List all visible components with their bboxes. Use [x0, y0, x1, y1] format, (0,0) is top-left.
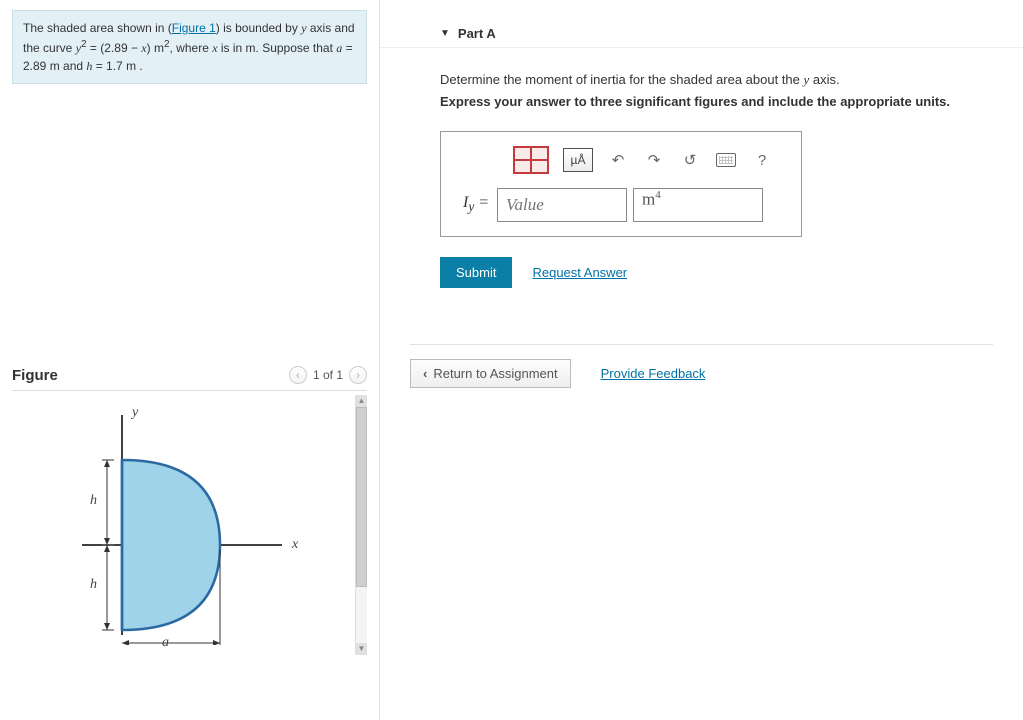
figure-canvas: y x h h a	[12, 395, 355, 655]
part-header[interactable]: ▼ Part A	[380, 20, 1023, 48]
figure-scrollbar[interactable]: ▲ ▼	[355, 395, 367, 655]
figure-prev-button[interactable]: ‹	[289, 366, 307, 384]
return-label: Return to Assignment	[433, 366, 557, 381]
units-input[interactable]: m4	[633, 188, 763, 222]
templates-button[interactable]	[513, 146, 549, 174]
units-button[interactable]: µÅ	[563, 148, 593, 172]
scroll-down-icon[interactable]: ▼	[356, 643, 367, 655]
axis-x-label: x	[292, 537, 298, 553]
answer-toolbar: µÅ ↶ ↷ ↺ ?	[463, 146, 779, 188]
keyboard-icon[interactable]	[715, 150, 737, 170]
figure-widget: Figure ‹ 1 of 1 ›	[12, 364, 367, 655]
answer-box: µÅ ↶ ↷ ↺ ? Iy = m4	[440, 131, 802, 237]
return-button[interactable]: ‹ Return to Assignment	[410, 359, 571, 388]
request-answer-link[interactable]: Request Answer	[532, 265, 627, 280]
chevron-left-icon: ‹	[423, 366, 427, 381]
dim-h-upper-label: h	[90, 493, 97, 509]
redo-icon[interactable]: ↷	[643, 150, 665, 170]
left-panel: The shaded area shown in (Figure 1) is b…	[0, 0, 380, 720]
part-title: Part A	[458, 26, 496, 41]
figure-next-button[interactable]: ›	[349, 366, 367, 384]
answer-symbol: Iy =	[463, 194, 491, 215]
reset-icon[interactable]: ↺	[679, 150, 701, 170]
divider	[12, 390, 367, 391]
figure-svg	[52, 405, 312, 645]
undo-icon[interactable]: ↶	[607, 150, 629, 170]
dim-a-label: a	[162, 635, 169, 651]
figure-counter: 1 of 1	[313, 368, 343, 382]
scroll-up-icon[interactable]: ▲	[356, 395, 367, 407]
value-input[interactable]	[497, 188, 627, 222]
provide-feedback-link[interactable]: Provide Feedback	[601, 366, 706, 381]
right-panel: ▼ Part A Determine the moment of inertia…	[380, 0, 1023, 720]
help-icon[interactable]: ?	[751, 150, 773, 170]
submit-button[interactable]: Submit	[440, 257, 512, 288]
instruction-text: Determine the moment of inertia for the …	[440, 72, 993, 88]
problem-statement: The shaded area shown in (Figure 1) is b…	[12, 10, 367, 84]
dim-h-lower-label: h	[90, 577, 97, 593]
problem-text: The shaded area shown in (	[23, 21, 172, 35]
figure-link[interactable]: Figure 1	[172, 21, 216, 35]
figure-pager: ‹ 1 of 1 ›	[289, 366, 367, 384]
figure-title: Figure	[12, 367, 58, 384]
collapse-caret-icon: ▼	[440, 28, 450, 39]
axis-y-label: y	[132, 405, 138, 421]
express-instruction: Express your answer to three significant…	[440, 94, 993, 109]
